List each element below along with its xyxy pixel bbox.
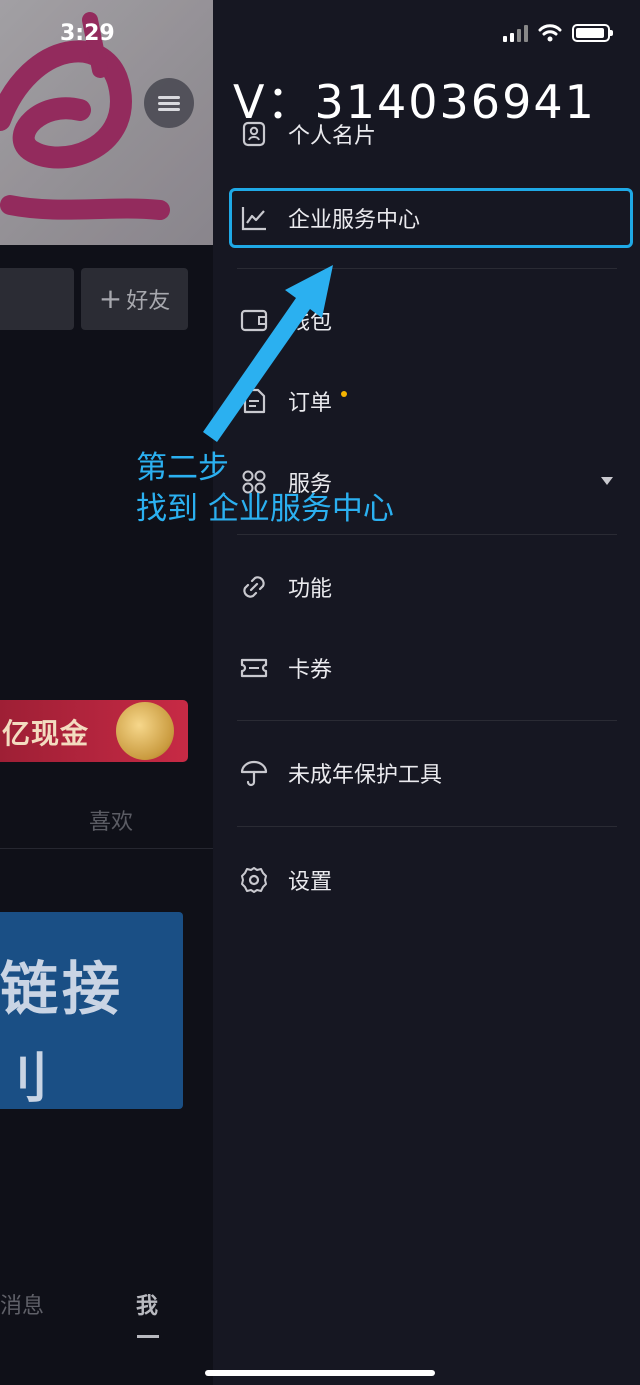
gear-icon [241,867,267,893]
annotation-highlight-box [229,188,633,248]
drawer-item-label: 功能 [288,577,333,602]
drawer-item-label: 订单 [288,391,333,416]
status-bar-time: 3:29 [60,21,115,46]
video-thumbnail[interactable]: 链接 刂 [0,912,183,1109]
coin-icon [116,702,174,760]
drawer-item-business-card[interactable]: 个人名片 [213,104,640,164]
hamburger-icon [158,95,180,99]
drawer-item-label: 卡券 [288,658,333,683]
bottom-nav-me[interactable]: 我 [136,1288,158,1320]
drawer-item-label: 钱包 [288,310,333,335]
drawer-item-label: 未成年保护工具 [288,763,443,788]
drawer-item-coupons[interactable]: 卡券 [213,638,640,698]
divider [237,534,617,535]
annotation-step-instruction: 找到 企业服务中心 [136,491,394,527]
home-indicator[interactable] [205,1370,435,1376]
active-tab-indicator [137,1335,159,1338]
chevron-down-icon[interactable] [601,477,613,485]
umbrella-icon [240,760,268,787]
divider [237,268,617,269]
video-thumbnail-text: 链接 [0,955,125,1023]
ticket-icon [240,658,268,678]
wallet-icon [240,309,268,332]
cellular-signal-icon [503,24,528,42]
side-drawer: V：314036941 个人名片 企业服务中心 钱包 订单 服务 功能 卡券 未… [213,0,640,1385]
divider [237,720,617,721]
order-doc-icon [243,388,266,414]
add-friend-button[interactable]: + 好友 [81,268,188,330]
hamburger-menu-button[interactable] [144,78,194,128]
status-bar-icons [503,24,613,42]
drawer-item-orders[interactable]: 订单 [213,371,640,431]
annotation-text: 第二步 找到 企业服务中心 [136,448,394,530]
annotation-step-title: 第二步 [136,450,229,486]
battery-icon [572,24,613,42]
plus-icon: + [98,282,123,315]
video-thumbnail-text-2: 刂 [0,1047,48,1109]
add-friend-label: 好友 [126,289,171,314]
divider [0,848,213,849]
drawer-item-minor-protection[interactable]: 未成年保护工具 [213,743,640,803]
drawer-item-features[interactable]: 功能 [213,557,640,617]
link-icon [243,576,265,598]
promo-text: 亿现金 [2,717,90,750]
drawer-item-label: 设置 [288,870,333,895]
bottom-nav-messages[interactable]: 消息 [0,1288,44,1320]
wifi-icon [538,24,562,42]
divider [237,826,617,827]
edit-profile-button[interactable] [0,268,74,330]
drawer-item-settings[interactable]: 设置 [213,850,640,910]
notification-dot [341,391,347,397]
promo-banner[interactable]: 亿现金 [0,700,188,762]
background-profile-page: 3:29 + 好友 亿现金 喜欢 链接 刂 消息 我 [0,0,213,1385]
tab-likes[interactable]: 喜欢 [89,804,133,836]
drawer-item-wallet[interactable]: 钱包 [213,290,640,350]
id-card-icon [242,121,266,147]
drawer-item-label: 个人名片 [288,124,377,149]
